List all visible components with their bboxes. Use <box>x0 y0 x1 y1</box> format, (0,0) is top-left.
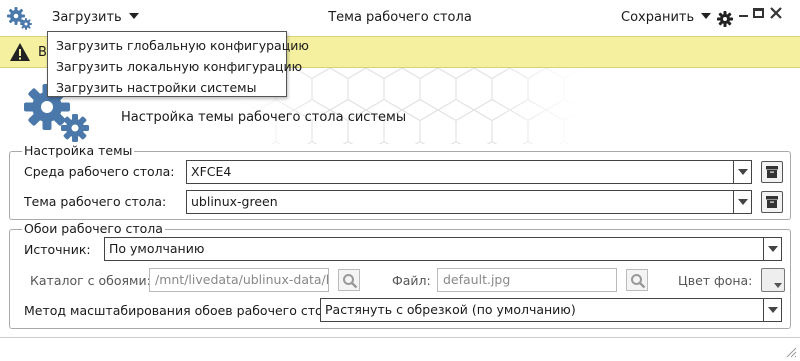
bg-color-label: Цвет фона: <box>678 273 753 288</box>
load-menu-label: Загрузить <box>52 10 122 25</box>
chevron-down-icon <box>733 161 751 183</box>
chevron-down-icon <box>128 13 139 19</box>
minimize-icon[interactable] <box>739 15 748 17</box>
load-dropdown-menu: Загрузить глобальную конфигурацию Загруз… <box>47 31 309 98</box>
desktop-env-label: Среда рабочего стола: <box>24 164 175 179</box>
page-title: Настройка темы рабочего стола системы <box>121 110 407 125</box>
search-icon <box>343 274 358 289</box>
gears-icon <box>6 5 34 31</box>
file-search-button[interactable] <box>626 269 648 291</box>
file-field[interactable]: default.jpg <box>437 268 617 292</box>
archive-icon <box>766 196 778 208</box>
warning-text: В <box>38 45 47 60</box>
close-icon[interactable] <box>769 6 783 20</box>
desktop-env-select[interactable]: XFCE4 <box>186 160 752 184</box>
window-controls <box>739 6 795 22</box>
wallpaper-dir-label: Каталог с обоями: <box>30 273 151 288</box>
chevron-down-icon <box>763 299 781 321</box>
save-menu-label: Сохранить <box>621 10 695 25</box>
save-menu-button[interactable]: Сохранить <box>621 10 712 25</box>
chevron-down-icon <box>733 191 751 213</box>
source-select[interactable]: По умолчанию <box>104 237 782 261</box>
bg-color-picker[interactable] <box>761 268 785 292</box>
desktop-theme-label: Тема рабочего стола: <box>24 194 167 209</box>
scale-method-label: Метод масштабирования обоев рабочего сто… <box>24 303 343 318</box>
group-legend-wallpaper: Обои рабочего стола <box>22 221 165 236</box>
load-menu-button[interactable]: Загрузить <box>52 10 139 25</box>
search-icon <box>631 274 646 289</box>
archive-icon <box>766 166 778 178</box>
desktop-theme-select[interactable]: ublinux-green <box>186 190 752 214</box>
resize-grip-icon[interactable] <box>785 346 797 358</box>
menu-item-load-system[interactable]: Загрузить настройки системы <box>48 77 286 98</box>
maximize-icon[interactable] <box>753 8 764 18</box>
file-label: Файл: <box>392 273 431 288</box>
warning-icon <box>9 42 31 62</box>
group-legend-theme: Настройка темы <box>22 143 135 158</box>
hexagon-pattern <box>240 68 580 144</box>
gear-icon[interactable] <box>716 10 734 28</box>
source-label: Источник: <box>24 242 91 257</box>
chevron-down-icon <box>763 238 781 260</box>
desktop-theme-archive-button[interactable] <box>761 191 783 213</box>
wallpaper-dir-search-button[interactable] <box>338 269 360 291</box>
wallpaper-dir-field[interactable]: /mnt/livedata/ublinux-data/ba <box>149 268 329 292</box>
menu-item-load-global[interactable]: Загрузить глобальную конфигурацию <box>48 35 309 56</box>
menu-item-load-local[interactable]: Загрузить локальную конфигурацию <box>48 56 302 77</box>
statusbar <box>0 337 800 361</box>
scale-method-select[interactable]: Растянуть с обрезкой (по умолчанию) <box>320 298 782 322</box>
desktop-env-archive-button[interactable] <box>761 161 783 183</box>
chevron-down-icon <box>701 13 712 19</box>
